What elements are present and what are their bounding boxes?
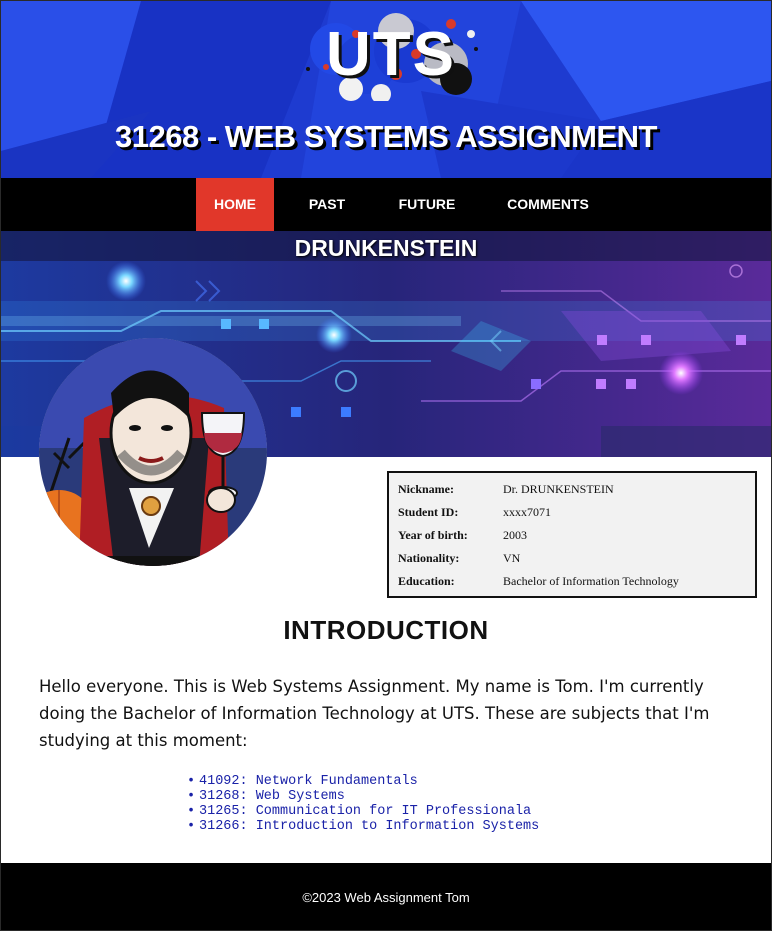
info-row-education: Education: Bachelor of Information Techn… — [389, 569, 755, 592]
list-item: • 41092: Network Fundamentals — [187, 774, 539, 789]
info-label: Year of birth: — [398, 528, 468, 542]
site-title: 31268 - WEB SYSTEMS ASSIGNMENT — [115, 119, 657, 154]
nav-comments[interactable]: COMMENTS — [487, 178, 609, 231]
profile-name-title: DRUNKENSTEIN — [294, 235, 478, 261]
info-label: Nationality: — [398, 551, 460, 565]
info-value: 2003 — [503, 528, 527, 542]
profile-avatar — [39, 338, 267, 566]
info-label: Student ID: — [398, 505, 459, 519]
info-row-year-of-birth: Year of birth: 2003 — [389, 523, 755, 546]
list-item: • 31265: Communication for IT Professiona… — [187, 804, 539, 819]
info-row-nickname: Nickname: Dr. DRUNKENSTEIN — [389, 477, 755, 500]
subject-link[interactable]: 31268: Web Systems — [199, 789, 345, 804]
subject-list: • 41092: Network Fundamentals • 31268: Web… — [187, 774, 539, 834]
subject-link[interactable]: 31266: Introduction to Information Syste… — [199, 819, 539, 834]
subject-link[interactable]: 41092: Network Fundamentals — [199, 774, 418, 789]
list-item: • 31266: Introduction to Information Syst… — [187, 819, 539, 834]
bullet-icon: • — [187, 819, 196, 834]
nav-home[interactable]: HOME — [196, 178, 274, 231]
subject-link[interactable]: 31265: Communication for IT Professional… — [199, 804, 531, 819]
nav-past[interactable]: PAST — [285, 178, 369, 231]
site-header: UTS 31268 - WEB SYSTEMS ASSIGNMENT — [1, 1, 771, 178]
nav-future[interactable]: FUTURE — [379, 178, 475, 231]
site-footer: ©2023 Web Assignment Tom — [1, 863, 771, 930]
bullet-icon: • — [187, 789, 196, 804]
intro-paragraph: Hello everyone. This is Web Systems Assi… — [39, 677, 710, 750]
footer-copyright: ©2023 Web Assignment Tom — [302, 890, 470, 905]
info-value: Bachelor of Information Technology — [503, 574, 679, 588]
info-value: xxxx7071 — [503, 505, 551, 519]
info-label: Education: — [398, 574, 455, 588]
intro-heading: INTRODUCTION — [283, 615, 489, 645]
info-row-nationality: Nationality: VN — [389, 546, 755, 569]
uts-logo: UTS — [296, 9, 486, 101]
logo-text: UTS — [326, 20, 456, 89]
info-value: Dr. DRUNKENSTEIN — [503, 482, 614, 496]
page: UTS 31268 - WEB SYSTEMS ASSIGNMENT HOME … — [0, 0, 772, 931]
info-row-student-id: Student ID: xxxx7071 — [389, 500, 755, 523]
info-value: VN — [503, 551, 521, 565]
profile-info-table: Nickname: Dr. DRUNKENSTEIN Student ID: x… — [387, 471, 757, 598]
info-label: Nickname: — [398, 482, 454, 496]
main-nav: HOME PAST FUTURE COMMENTS — [1, 178, 771, 231]
bullet-icon: • — [187, 804, 196, 819]
bullet-icon: • — [187, 774, 196, 789]
list-item: • 31268: Web Systems — [187, 789, 539, 804]
